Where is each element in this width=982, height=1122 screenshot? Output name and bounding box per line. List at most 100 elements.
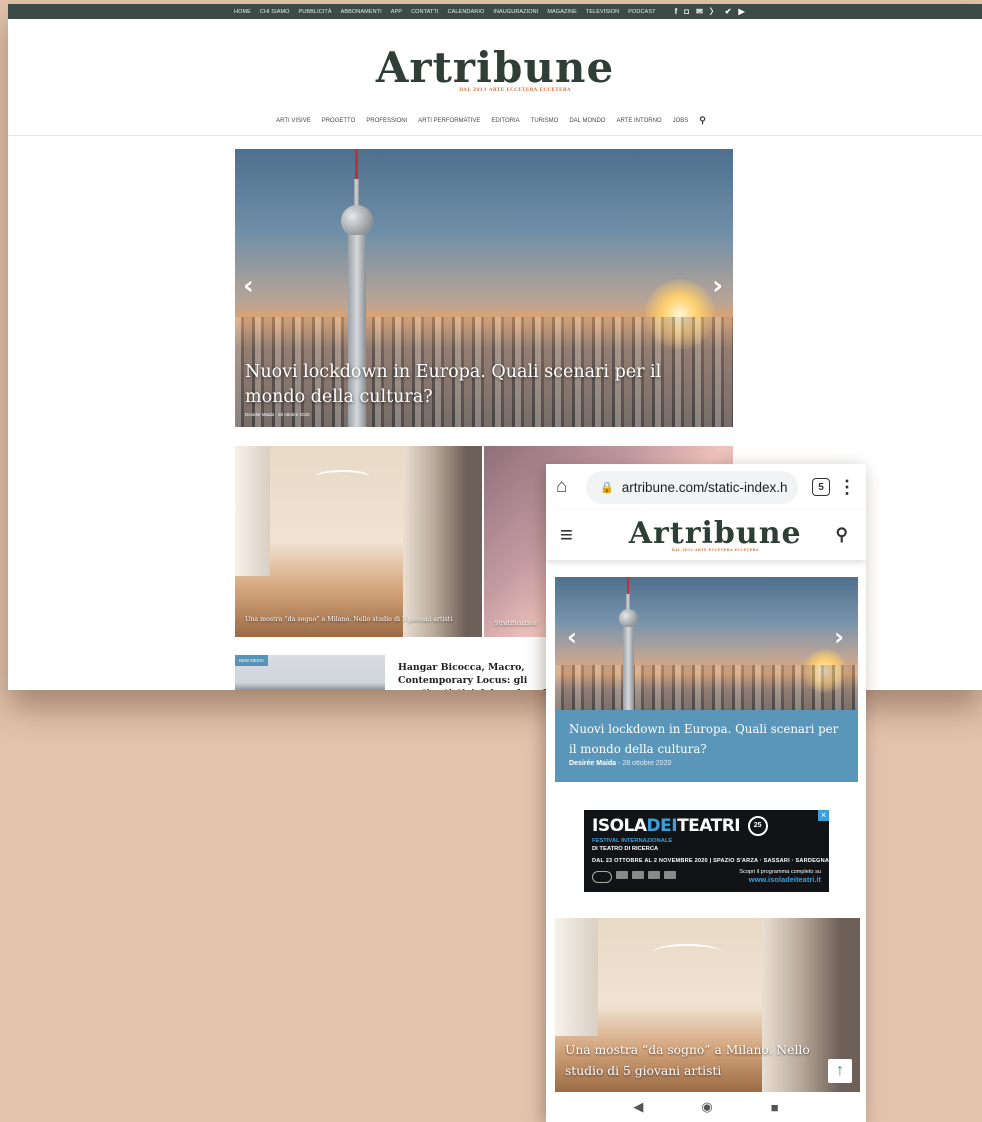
logo-wordmark: Artribune — [628, 515, 802, 551]
topbar-link-pubblicita[interactable]: PUBBLICITÀ — [299, 9, 332, 15]
nav-item-editoria[interactable]: EDITORIA — [491, 118, 519, 124]
home-button-icon[interactable]: ◉ — [701, 1099, 712, 1115]
site-logo[interactable]: Artribune DAL 2011 ARTE ECCETERA ECCETER… — [628, 515, 802, 552]
logo-tagline: DAL 2011 ARTE ECCETERA ECCETERA — [671, 547, 759, 552]
nav-item-dal-mondo[interactable]: DAL MONDO — [569, 118, 605, 124]
card-title[interactable]: Una mostra “da sogno” a Milano. Nello st… — [245, 613, 472, 627]
android-navigation-bar: ◀ ◉ ■ — [546, 1092, 866, 1122]
topbar-link-television[interactable]: TELEVISION — [586, 9, 619, 15]
facebook-icon[interactable]: f — [675, 7, 678, 16]
ad-close-icon[interactable]: × — [818, 810, 829, 821]
hero-meta: Desirée Maida - 28 ottobre 2020 — [569, 760, 844, 767]
ad-festival-line: FESTIVAL INTERNAZIONALE — [592, 837, 673, 844]
topbar-link-app[interactable]: APP — [391, 9, 402, 15]
hero-caption: Nuovi lockdown in Europa. Quali scenari … — [555, 710, 858, 782]
topbar-link-calendario[interactable]: CALENDARIO — [448, 9, 485, 15]
hero-title[interactable]: Nuovi lockdown in Europa. Quali scenari … — [569, 719, 844, 759]
search-icon[interactable]: ⚲ — [699, 115, 706, 126]
slider-prev-arrow[interactable]: ‹ — [243, 271, 254, 301]
hero-slider[interactable]: ‹ › Nuovi lockdown in Europa. Quali scen… — [235, 149, 733, 427]
card-image-wall — [555, 918, 598, 1037]
instagram-icon[interactable]: ◘ — [684, 7, 689, 16]
hamburger-menu-icon[interactable]: ≡ — [560, 522, 573, 548]
topbar-link-podcast[interactable]: PODCAST — [628, 9, 655, 15]
lock-icon: 🔒 — [600, 481, 614, 494]
scroll-to-top-icon[interactable]: ↑ — [828, 1059, 852, 1083]
city-skyline — [555, 665, 858, 710]
card-image-door — [402, 446, 482, 637]
topbar-link-inaugurazioni[interactable]: INAUGURAZIONI — [493, 9, 538, 15]
hero-title[interactable]: Nuovi lockdown in Europa. Quali scenari … — [245, 360, 723, 410]
nav-item-professioni[interactable]: PROFESSIONI — [366, 118, 407, 124]
tab-count-button[interactable]: 5 — [812, 478, 830, 496]
nav-item-arti-visive[interactable]: ARTI VISIVE — [276, 118, 311, 124]
sponsor-logo — [664, 871, 676, 879]
youtube-icon[interactable]: ▶ — [738, 7, 744, 16]
site-logo[interactable]: Artribune DAL 2011 ARTE ECCETERA ECCETER… — [8, 19, 982, 106]
article-card[interactable]: Una mostra “da sogno” a Milano. Nello st… — [235, 446, 482, 637]
hero-author[interactable]: Desirée Maida — [569, 760, 616, 767]
nav-item-turismo[interactable]: TURISMO — [531, 118, 559, 124]
nav-item-arti-performative[interactable]: ARTI PERFORMATIVE — [418, 118, 480, 124]
ad-footer: Scopri il programma completo su www.isol… — [592, 869, 821, 885]
twitter-icon[interactable]: ✔ — [725, 7, 732, 16]
nav-item-jobs[interactable]: JOBS — [673, 118, 689, 124]
sponsor-logo — [616, 871, 628, 879]
ad-dates: DAL 23 OTTOBRE AL 2 NOVEMBRE 2020 | SPAZ… — [592, 858, 829, 864]
main-navigation: ARTI VISIVE PROGETTO PROFESSIONI ARTI PE… — [8, 106, 982, 136]
back-icon[interactable]: ◀ — [633, 1099, 643, 1115]
ad-title-part: TEATRI — [677, 816, 741, 836]
anniversary-badge: 25 — [747, 816, 768, 836]
sponsor-logo — [648, 871, 660, 879]
search-icon[interactable]: ⚲ — [836, 525, 848, 545]
card-title[interactable]: Una mostra “da sogno” a Milano. Nello st… — [565, 1040, 820, 1082]
category-badge[interactable]: NEW MEDIA — [235, 655, 268, 666]
advertisement-banner[interactable]: × ISOLADEITEATRI 25 FESTIVAL INTERNAZION… — [584, 810, 829, 892]
sponsor-logo — [592, 871, 612, 883]
mobile-hero-slider[interactable]: ‹ › Nuovi lockdown in Europa. Quali scen… — [555, 577, 858, 782]
hero-meta: Desirée Maida - 28 ottobre 2020 — [245, 412, 310, 417]
topbar-link-magazine[interactable]: MAGAZINE — [547, 9, 577, 15]
hero-image: ‹ › — [555, 577, 858, 710]
ad-url[interactable]: www.isoladeiteatri.it — [749, 875, 821, 884]
slider-next-arrow[interactable]: › — [712, 271, 723, 301]
topbar-link-chi-siamo[interactable]: CHI SIAMO — [260, 9, 290, 15]
hero-date: - 28 ottobre 2020 — [616, 760, 672, 767]
ad-festival-line: DI TEATRO DI RICERCA — [592, 845, 659, 852]
recent-apps-icon[interactable]: ■ — [771, 1100, 779, 1115]
email-icon[interactable]: ✉ — [696, 7, 703, 16]
tv-tower-antenna — [355, 149, 358, 181]
hero-caption: Nuovi lockdown in Europa. Quali scenari … — [245, 360, 723, 417]
list-item-title[interactable]: Hangar Bicocca, Macro, Contemporary Locu… — [398, 661, 553, 690]
slider-next-arrow[interactable]: › — [834, 623, 844, 651]
card-image-wall — [235, 446, 270, 576]
tv-tower-shaft — [623, 627, 634, 710]
tv-tower-sphere — [619, 609, 638, 628]
home-icon[interactable]: ⌂ — [556, 476, 578, 498]
sponsor-logo — [632, 871, 644, 879]
url-text[interactable]: artribune.com/static-index.h — [622, 480, 788, 495]
rss-icon[interactable]: 〉 — [710, 7, 718, 16]
logo-wordmark: Artribune — [375, 42, 615, 92]
topbar-link-contatti[interactable]: CONTATTI — [411, 9, 438, 15]
browser-toolbar: ⌂ 🔒 artribune.com/static-index.h 5 ⋮ — [546, 464, 866, 510]
address-bar[interactable]: 🔒 artribune.com/static-index.h — [586, 470, 798, 504]
topbar-link-home[interactable]: HOME — [234, 9, 251, 15]
more-menu-icon[interactable]: ⋮ — [838, 477, 856, 498]
social-links: f ◘ ✉ 〉 ✔ ▶ — [675, 7, 745, 16]
top-utility-bar: HOME CHI SIAMO PUBBLICITÀ ABBONAMENTI AP… — [8, 4, 982, 19]
slider-prev-arrow[interactable]: ‹ — [567, 623, 577, 651]
topbar-link-abbonamenti[interactable]: ABBONAMENTI — [341, 9, 382, 15]
ad-festival-text: FESTIVAL INTERNAZIONALE DI TEATRO DI RICE… — [592, 837, 672, 853]
sponsor-logos — [592, 871, 676, 883]
nav-item-progetto[interactable]: PROGETTO — [322, 118, 356, 124]
ad-title-part: DEI — [646, 816, 678, 836]
nav-item-arte-intorno[interactable]: ARTE INTORNO — [616, 118, 661, 124]
card-image-neon — [653, 944, 721, 960]
mobile-browser-screen: ⌂ 🔒 artribune.com/static-index.h 5 ⋮ ≡ A… — [546, 464, 866, 1122]
ad-headline: ISOLADEITEATRI 25 FESTIVAL INTERNAZIONAL… — [592, 816, 821, 854]
tv-tower-sphere — [341, 205, 373, 237]
tv-tower-antenna — [627, 577, 629, 595]
card-image-neon — [315, 470, 370, 484]
article-card[interactable]: Una mostra “da sogno” a Milano. Nello st… — [555, 918, 860, 1092]
